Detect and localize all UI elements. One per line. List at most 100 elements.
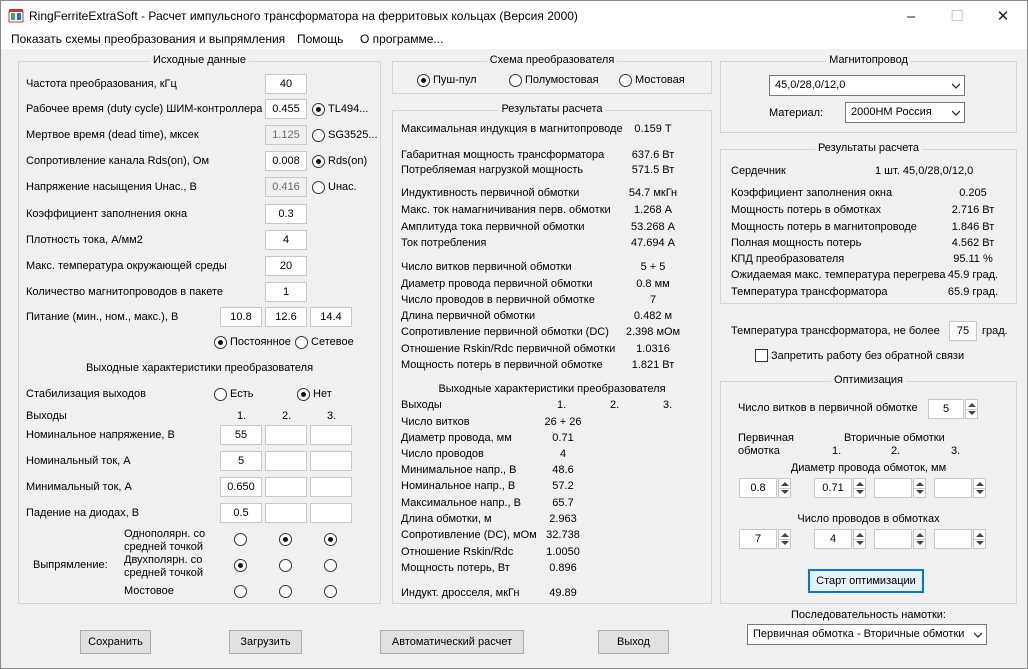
tl494-radio[interactable] [312,103,325,116]
nominal-current-1-input[interactable]: 5 [220,451,262,471]
fullbridge-radio[interactable] [619,74,632,87]
winding-order-select[interactable]: Первичная обмотка - Вторичные обмотки [747,624,987,645]
halfbridge-radio[interactable] [509,74,522,87]
input-data-title: Исходные данные [150,54,249,66]
rect-bridge-2-radio[interactable] [279,585,292,598]
secondary-3-wires-spinner[interactable] [973,529,986,549]
halfbridge-label: Полумостовая [525,74,599,86]
core-size-select[interactable]: 45,0/28,0/12,0 [769,75,965,96]
menu-about[interactable]: О программе... [360,32,443,46]
maximize-button[interactable]: ☐ [934,1,980,31]
min-current-2-input[interactable] [265,477,307,497]
secondary-1-wires-spinner[interactable] [853,529,866,549]
secondary-3-diameter-input[interactable] [934,478,972,498]
secondary-3-wires-input[interactable] [934,529,972,549]
secondary-2-diameter-input[interactable] [874,478,912,498]
supply-nom-input[interactable]: 12.6 [265,307,307,327]
chevron-down-icon [952,110,960,116]
nominal-current-3-input[interactable] [310,451,352,471]
duty-cycle-input[interactable]: 0.455 [265,99,307,119]
current-density-input[interactable]: 4 [265,230,307,250]
unas-radio[interactable] [312,181,325,194]
rect-bridge-3-radio[interactable] [324,585,337,598]
minimize-button[interactable]: – [888,1,934,31]
close-button[interactable]: ✕ [980,1,1026,31]
exit-button[interactable]: Выход [598,630,669,654]
stabilization-no-radio[interactable] [297,388,310,401]
menu-help[interactable]: Помощь [297,32,343,46]
wire-count-label: Число проводов в обмотках [797,513,940,525]
load-button[interactable]: Загрузить [229,630,302,654]
frequency-input[interactable]: 40 [265,74,307,94]
rect-bridge-1-radio[interactable] [234,585,247,598]
rect-bipolar-2-radio[interactable] [279,559,292,572]
app-window: RingFerriteExtraSoft - Расчет импульсног… [0,0,1028,669]
secondary-2-wires-spinner[interactable] [913,529,926,549]
nominal-voltage-3-input[interactable] [310,425,352,445]
dead-time-input[interactable]: 1.125 [265,125,307,145]
results-outputs-label: Выходы [401,399,442,411]
stabilization-yes-radio[interactable] [214,388,227,401]
rect-bipolar-1-radio[interactable] [234,559,247,572]
unas-input[interactable]: 0.416 [265,177,307,197]
primary-diameter-input[interactable]: 0.8 [739,478,777,498]
secondary-1-wires-input[interactable]: 4 [814,529,852,549]
result-row-label: Сопротивление первичной обмотки (DC) [401,326,609,338]
secondary-2-diameter-spinner[interactable] [913,478,926,498]
rds-radio[interactable] [312,155,325,168]
output-result-row-value: 32.738 [546,529,580,541]
diode-drop-2-input[interactable] [265,503,307,523]
core-count-input[interactable]: 1 [265,282,307,302]
rect-bipolar-3-radio[interactable] [324,559,337,572]
core-result-row-label: Мощность потерь в обмотках [731,204,881,216]
primary-wires-spinner[interactable] [778,529,791,549]
unas-label: Напряжение насыщения Uнас., В [26,181,197,193]
primary-diameter-spinner[interactable] [778,478,791,498]
rect-centertap-3-radio[interactable] [324,533,337,546]
dead-time-label: Мертвое время (dead time), мксек [26,129,199,141]
core-result-row-value: 0.205 [959,187,987,199]
min-current-1-input[interactable]: 0.650 [220,477,262,497]
primary-turns-spinner[interactable] [965,399,978,419]
scheme-title: Схема преобразователя [486,54,618,66]
material-select[interactable]: 2000НМ Россия [845,102,965,123]
supply-max-input[interactable]: 14.4 [310,307,352,327]
rds-radio-label: Rds(on) [328,155,368,167]
start-optimization-button[interactable]: Старт оптимизации [808,569,924,593]
rds-input[interactable]: 0.008 [265,151,307,171]
ac-supply-radio[interactable] [295,336,308,349]
rect-centertap-2-radio[interactable] [279,533,292,546]
diode-drop-3-input[interactable] [310,503,352,523]
secondary-1-diameter-input[interactable]: 0.71 [814,478,852,498]
temp-limit-input[interactable]: 75 [949,321,977,341]
window-fill-input[interactable]: 0.3 [265,204,307,224]
primary-wires-input[interactable]: 7 [739,529,777,549]
rect-centertap-1-radio[interactable] [234,533,247,546]
secondary-col-1: 1. [832,445,842,457]
results-output-title: Выходные характеристики преобразователя [438,383,666,395]
menu-show-schemes[interactable]: Показать схемы преобразования и выпрямле… [11,32,285,46]
supply-min-input[interactable]: 10.8 [220,307,262,327]
secondary-1-diameter-spinner[interactable] [853,478,866,498]
save-button[interactable]: Сохранить [80,630,151,654]
nominal-voltage-2-input[interactable] [265,425,307,445]
dc-supply-radio[interactable] [214,336,227,349]
secondary-3-diameter-spinner[interactable] [973,478,986,498]
pushpull-radio[interactable] [417,74,430,87]
winding-order-value: Первичная обмотка - Вторичные обмотки [753,628,965,640]
nominal-current-2-input[interactable] [265,451,307,471]
ambient-temp-input[interactable]: 20 [265,256,307,276]
secondary-2-wires-input[interactable] [874,529,912,549]
material-value: 2000НМ Россия [851,106,932,118]
nominal-voltage-1-input[interactable]: 55 [220,425,262,445]
results-col-2: 2. [610,399,620,411]
sg3525-radio[interactable] [312,129,325,142]
diode-drop-1-input[interactable]: 0.5 [220,503,262,523]
min-current-3-input[interactable] [310,477,352,497]
output-result-row-label: Максимальное напр., В [401,497,521,509]
secondary-col-3: 3. [951,445,961,457]
auto-calc-button[interactable]: Автоматический расчет [380,630,524,654]
primary-turns-input[interactable]: 5 [928,399,964,419]
no-feedback-label: Запретить работу без обратной связи [771,350,965,362]
no-feedback-checkbox[interactable] [755,349,768,362]
